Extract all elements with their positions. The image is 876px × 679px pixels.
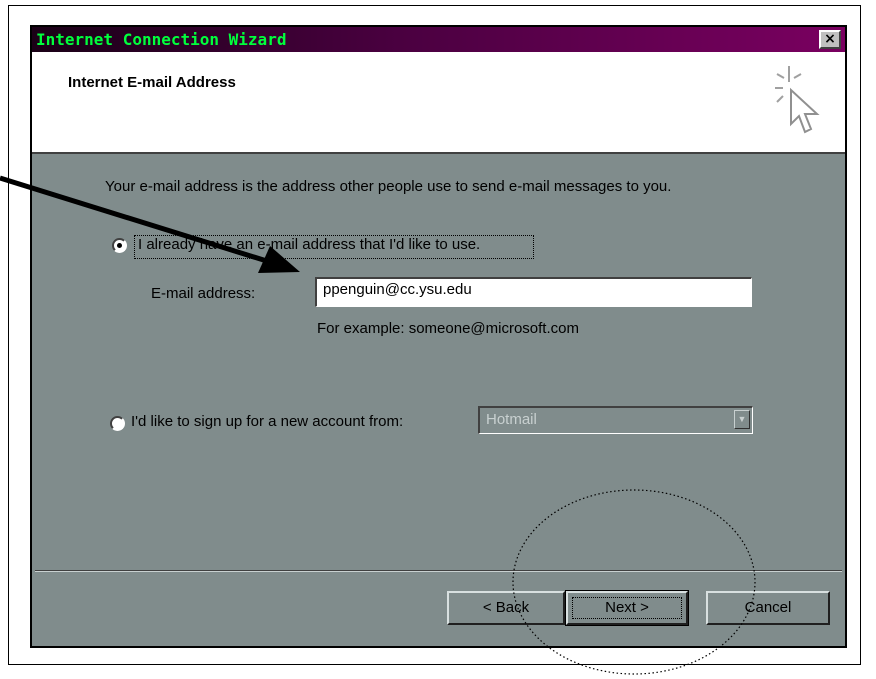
email-example-text: For example: someone@microsoft.com <box>317 320 579 337</box>
window-title: Internet Connection Wizard <box>36 30 287 49</box>
close-icon: × <box>824 31 836 47</box>
header-panel: Internet E-mail Address <box>32 52 845 154</box>
option-new-label[interactable]: I'd like to sign up for a new account fr… <box>131 413 403 430</box>
email-field-label: E-mail address: <box>151 285 256 302</box>
intro-text: Your e-mail address is the address other… <box>105 178 672 195</box>
cancel-button-label: Cancel <box>744 599 792 616</box>
provider-select-value: Hotmail <box>486 411 537 428</box>
wizard-cursor-icon <box>775 66 820 134</box>
provider-select[interactable]: Hotmail ▼ <box>478 406 753 434</box>
chevron-down-icon[interactable]: ▼ <box>734 410 750 429</box>
next-button[interactable]: Next > <box>565 590 689 626</box>
close-button[interactable]: × <box>819 30 841 49</box>
back-button-label: < Back <box>482 599 530 616</box>
page-title: Internet E-mail Address <box>68 74 236 91</box>
email-input[interactable]: ppenguin@cc.ysu.edu <box>315 277 752 307</box>
radio-existing-address[interactable] <box>112 238 127 253</box>
next-focus-rect <box>572 597 682 619</box>
cancel-button[interactable]: Cancel <box>706 591 830 625</box>
radio-new-account[interactable] <box>110 416 125 431</box>
back-button[interactable]: < Back <box>447 591 565 625</box>
email-input-value: ppenguin@cc.ysu.edu <box>323 281 472 298</box>
footer-divider <box>35 570 842 572</box>
title-bar[interactable]: Internet Connection Wizard × <box>32 27 845 52</box>
option-existing-label[interactable]: I already have an e-mail address that I'… <box>138 236 480 253</box>
radio-selected-dot <box>117 243 122 248</box>
wizard-window: Internet Connection Wizard × Internet E-… <box>30 25 847 648</box>
